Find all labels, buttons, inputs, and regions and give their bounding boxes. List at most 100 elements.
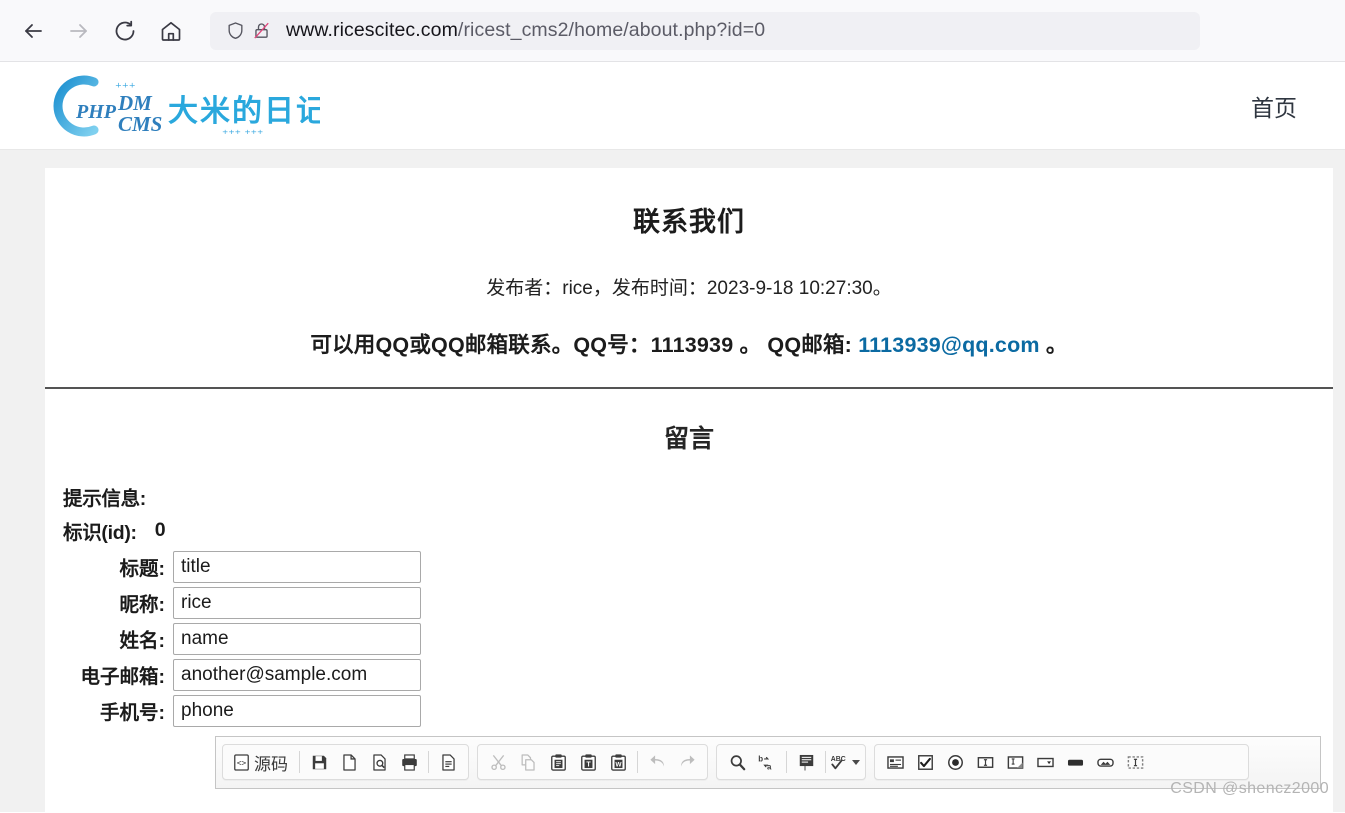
url-path: /ricest_cms2/home/about.php?id=0 [457,19,766,41]
row-field-id: 标识(id): 0 [53,514,1333,547]
undo-arrow-icon [649,754,664,766]
forward-button[interactable] [62,14,96,48]
svg-text:PHP: PHP [75,101,117,123]
browser-nav-buttons [16,14,188,48]
source-button[interactable]: <> 源码 [228,748,295,776]
cut-button[interactable] [483,748,513,776]
label-field-id: 标识(id): [63,522,137,544]
radio-button[interactable] [940,748,970,776]
paste-button[interactable] [543,748,573,776]
label-field-title: 标题: [119,558,166,580]
field-phone[interactable] [173,694,421,727]
toolbar-separator [637,751,638,773]
svg-text:<>: <> [237,758,247,767]
toolbar-separator [428,751,429,773]
label-field-name: 姓名: [119,630,166,652]
replace-ba-icon: b a [758,754,772,771]
form-button[interactable] [880,748,910,776]
nav-home[interactable]: 首页 [1251,89,1297,123]
preview-button[interactable] [364,748,394,776]
toolbar-separator [299,751,300,773]
paste-text-button[interactable]: T [573,748,603,776]
rich-text-editor: <> 源码 T W b a I ABC [215,736,1321,789]
field-name[interactable] [173,622,421,655]
hint-row: 提示信息: [53,481,1333,511]
message-section-title: 留言 [663,425,714,453]
select-field-button[interactable] [1030,748,1060,776]
form-icon [886,755,904,769]
textarea-button[interactable] [1000,748,1030,776]
text-field-button[interactable] [970,748,1000,776]
image-button-button[interactable] [1090,748,1120,776]
image-button-icon [1096,758,1114,767]
replace-button[interactable]: b a [752,748,782,776]
phpdmcms-logo-icon: PHP DM CMS ⁺⁺⁺ 大米的日记与分享 ⁺⁺⁺ ⁺⁺⁺ [53,75,320,141]
checkbox-button[interactable] [910,748,940,776]
hidden-field-button[interactable] [1120,748,1150,776]
section-divider [45,387,1333,389]
redo-arrow-icon [680,754,695,766]
radio-button-icon [947,754,963,770]
reload-button[interactable] [108,14,142,48]
row-field-phone: 手机号: [53,694,1333,727]
address-bar[interactable]: www.ricescitec.com/ricest_cms2/home/abou… [210,11,1200,50]
shield-icon[interactable] [224,20,246,42]
site-logo[interactable]: PHP DM CMS ⁺⁺⁺ 大米的日记与分享 ⁺⁺⁺ ⁺⁺⁺ [50,70,320,142]
field-nickname[interactable] [173,586,421,619]
templates-button[interactable] [433,748,463,776]
textarea-icon [1007,755,1023,769]
scissors-icon [490,754,506,770]
save-button[interactable] [304,748,334,776]
source-code-icon: <> [234,753,249,771]
clipboard-word-icon: W [610,753,626,771]
field-email[interactable] [173,658,421,691]
qq-email-link[interactable]: 1113939@qq.com [858,333,1040,357]
new-page-button[interactable] [334,748,364,776]
svg-text:I: I [804,765,806,772]
back-button[interactable] [16,14,50,48]
page-body: 联系我们 发布者：rice，发布时间：2023-9-18 10:27:30。 可… [0,150,1345,813]
home-button[interactable] [154,14,188,48]
find-button[interactable] [722,748,752,776]
label-field-nickname: 昵称: [119,594,166,616]
browser-toolbar: www.ricescitec.com/ricest_cms2/home/abou… [0,0,1345,62]
svg-text:⁺⁺⁺: ⁺⁺⁺ [115,80,136,95]
article-meta: 发布者：rice，发布时间：2023-9-18 10:27:30。 [486,278,892,299]
text-field-icon [977,756,993,768]
redo-button[interactable] [672,748,702,776]
print-button[interactable] [394,748,424,776]
site-nav: 首页 [1251,89,1297,123]
preview-magnifier-icon [372,753,386,771]
magnifier-icon [730,754,745,770]
toolbar-separator [825,751,826,773]
editor-toolbar: <> 源码 T W b a I ABC [216,737,1320,788]
source-button-label: 源码 [254,754,288,774]
value-field-id: 0 [154,519,166,541]
spellcheck-button[interactable]: ABC [830,748,860,776]
copy-button[interactable] [513,748,543,776]
undo-button[interactable] [642,748,672,776]
back-arrow-icon [25,23,42,38]
content-card: 联系我们 发布者：rice，发布时间：2023-9-18 10:27:30。 可… [45,168,1333,813]
svg-text:b: b [758,754,763,763]
row-field-email: 电子邮箱: [53,658,1333,691]
push-button-icon [1067,759,1083,766]
crossed-lock-icon[interactable] [250,20,272,42]
toolbar-separator [786,751,787,773]
svg-text:CMS: CMS [118,112,162,136]
row-field-nickname: 昵称: [53,586,1333,619]
toolbar-group-document: <> 源码 [222,744,469,780]
address-bar-text: www.ricescitec.com/ricest_cms2/home/abou… [286,19,765,42]
select-all-icon: I [799,754,813,772]
page-title: 联系我们 [633,207,745,237]
clipboard-text-icon: T [580,753,596,771]
paste-word-button[interactable]: W [603,748,633,776]
contact-line: 可以用QQ或QQ邮箱联系。QQ号：1113939 。 QQ邮箱: 1113939… [45,328,1333,359]
select-all-button[interactable]: I [791,748,821,776]
svg-text:W: W [615,761,621,768]
field-title[interactable] [173,550,421,583]
button-field-button[interactable] [1060,748,1090,776]
message-form: 提示信息: 标识(id): 0 标题: 昵称: 姓名: 电子邮箱: [45,481,1333,727]
toolbar-group-clipboard: T W [477,744,708,780]
copy-pages-icon [521,753,535,771]
